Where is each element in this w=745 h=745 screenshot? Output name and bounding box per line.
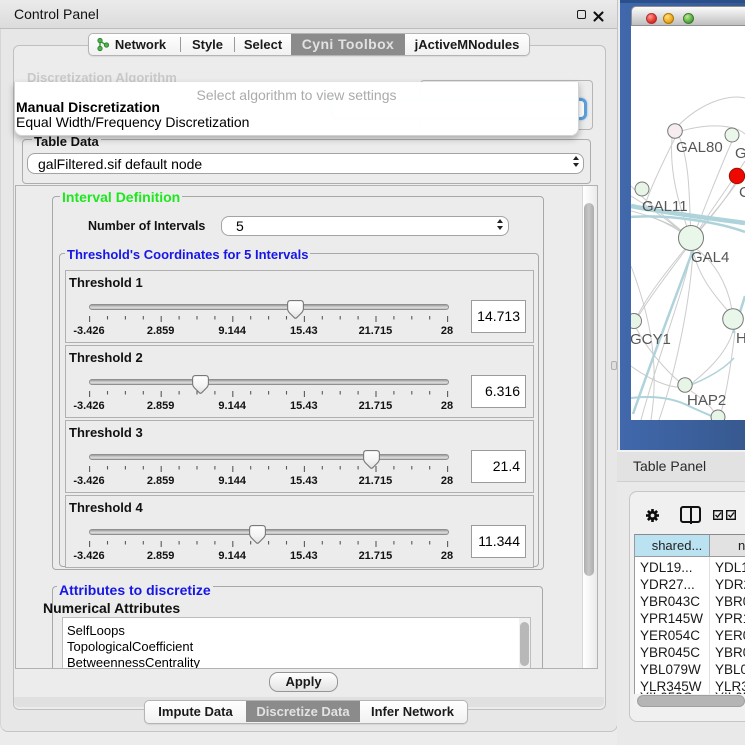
svg-text:GAL80: GAL80 [676, 139, 723, 156]
svg-text:GCY1: GCY1 [631, 331, 671, 348]
svg-text:H: H [736, 330, 745, 347]
svg-text:HAP2: HAP2 [687, 392, 726, 409]
svg-text:GAL11: GAL11 [642, 198, 688, 215]
svg-text:C: C [739, 184, 745, 201]
svg-text:GA: GA [735, 145, 745, 162]
svg-text:GAL4: GAL4 [691, 249, 729, 266]
